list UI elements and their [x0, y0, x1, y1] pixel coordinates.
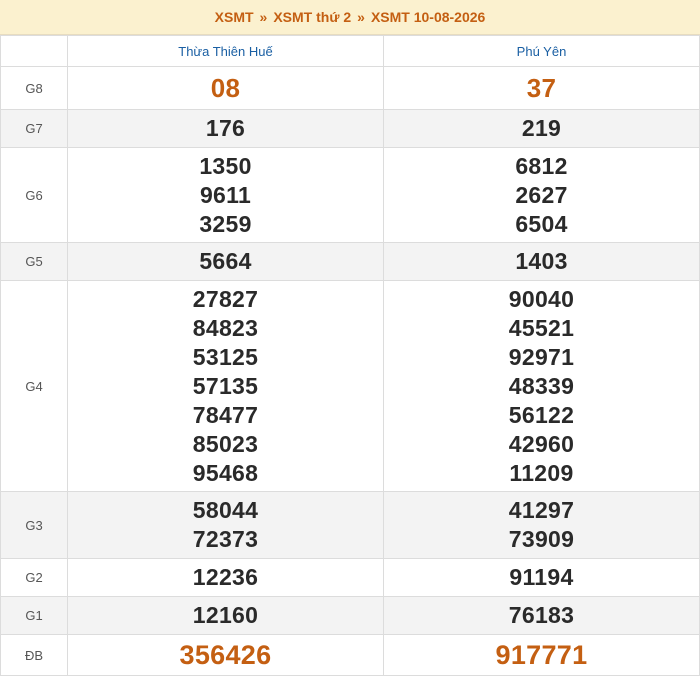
prize-number: 176 — [205, 115, 246, 141]
prize-number: 9611 — [199, 181, 252, 208]
prize-cell: 27827 84823 53125 57135 78477 85023 95468 — [67, 280, 384, 492]
prize-cell: 5664 — [67, 242, 384, 281]
prize-label: G7 — [0, 109, 68, 148]
province-header-thua-thien-hue[interactable]: Thừa Thiên Huế — [67, 35, 384, 67]
prize-number: 58044 — [192, 497, 259, 523]
prize-cell: 91194 — [383, 558, 700, 597]
prize-label: G8 — [0, 66, 68, 110]
prize-row: G6 1350 9611 3259 6812 2627 6504 — [0, 147, 700, 243]
prize-number: 1403 — [515, 248, 568, 274]
breadcrumb: XSMT » XSMT thứ 2 » XSMT 10-08-2026 — [0, 0, 700, 35]
prize-number: 6812 — [515, 152, 568, 179]
prize-number: 3259 — [199, 210, 252, 237]
prize-number: 12236 — [192, 564, 259, 590]
prize-label: G5 — [0, 242, 68, 281]
header-corner-cell — [0, 35, 68, 67]
prize-cell: 6812 2627 6504 — [383, 147, 700, 243]
breadcrumb-link-xsmt-date[interactable]: XSMT 10-08-2026 — [371, 9, 485, 25]
prize-cell: 41297 73909 — [383, 491, 700, 559]
breadcrumb-separator: » — [259, 9, 268, 25]
prize-row: ĐB 356426 917771 — [0, 634, 700, 676]
prize-number: 48339 — [508, 372, 575, 399]
lottery-results-table: Thừa Thiên Huế Phú Yên G8 08 37 G7 176 219 G6 1… — [0, 35, 700, 676]
prize-number: 84823 — [192, 314, 259, 341]
prize-number: 53125 — [192, 343, 259, 370]
prize-cell: 1350 9611 3259 — [67, 147, 384, 243]
prize-number: 57135 — [192, 372, 259, 399]
breadcrumb-link-xsmt-thu-2[interactable]: XSMT thứ 2 — [273, 9, 351, 25]
prize-cell: 58044 72373 — [67, 491, 384, 559]
prize-cell: 12160 — [67, 596, 384, 635]
special-prize-number: 356426 — [179, 639, 272, 670]
prize-number: 08 — [210, 72, 241, 103]
prize-label: G2 — [0, 558, 68, 597]
prize-number: 12160 — [192, 602, 259, 628]
prize-number: 72373 — [192, 526, 259, 552]
prize-number: 78477 — [192, 401, 259, 428]
prize-cell: 219 — [383, 109, 700, 148]
prize-row: G8 08 37 — [0, 66, 700, 110]
prize-row: G5 5664 1403 — [0, 242, 700, 281]
breadcrumb-separator: » — [357, 9, 365, 25]
prize-row: G1 12160 76183 — [0, 596, 700, 635]
prize-cell: 176 — [67, 109, 384, 148]
prize-number: 56122 — [508, 401, 575, 428]
prize-number: 85023 — [192, 430, 259, 457]
prize-label: G3 — [0, 491, 68, 559]
prize-number: 73909 — [508, 526, 575, 552]
table-header-row: Thừa Thiên Huế Phú Yên — [0, 35, 700, 67]
prize-row: G3 58044 72373 41297 73909 — [0, 491, 700, 559]
prize-cell: 917771 — [383, 634, 700, 676]
prize-cell: 1403 — [383, 242, 700, 281]
province-header-phu-yen[interactable]: Phú Yên — [383, 35, 700, 67]
prize-cell: 12236 — [67, 558, 384, 597]
prize-number: 90040 — [508, 285, 575, 312]
prize-number: 76183 — [508, 602, 575, 628]
prize-number: 92971 — [508, 343, 575, 370]
prize-number: 6504 — [515, 210, 568, 237]
prize-cell: 356426 — [67, 634, 384, 676]
prize-number: 91194 — [509, 564, 574, 590]
prize-number: 42960 — [508, 430, 575, 457]
prize-number: 41297 — [508, 497, 575, 523]
prize-number: 2627 — [515, 181, 568, 208]
prize-rows: G8 08 37 G7 176 219 G6 1350 9611 3259 6812 2627 6504… — [0, 66, 700, 676]
prize-row: G4 27827 84823 53125 57135 78477 85023 95468 900… — [0, 280, 700, 492]
prize-cell: 37 — [383, 66, 700, 110]
prize-number: 37 — [526, 72, 557, 103]
prize-number: 27827 — [192, 285, 259, 312]
prize-number: 219 — [521, 115, 562, 141]
prize-label: G6 — [0, 147, 68, 243]
special-prize-number: 917771 — [495, 639, 588, 670]
prize-cell: 90040 45521 92971 48339 56122 42960 11209 — [383, 280, 700, 492]
prize-number: 5664 — [199, 248, 252, 274]
prize-label: G4 — [0, 280, 68, 492]
prize-number: 95468 — [192, 459, 259, 486]
prize-label: G1 — [0, 596, 68, 635]
prize-number: 45521 — [508, 314, 575, 341]
breadcrumb-link-xsmt[interactable]: XSMT — [215, 9, 254, 25]
prize-label: ĐB — [0, 634, 68, 676]
prize-row: G7 176 219 — [0, 109, 700, 148]
prize-number: 1350 — [199, 152, 252, 179]
prize-cell: 76183 — [383, 596, 700, 635]
prize-row: G2 12236 91194 — [0, 558, 700, 597]
prize-cell: 08 — [67, 66, 384, 110]
prize-number: 11209 — [509, 459, 574, 486]
